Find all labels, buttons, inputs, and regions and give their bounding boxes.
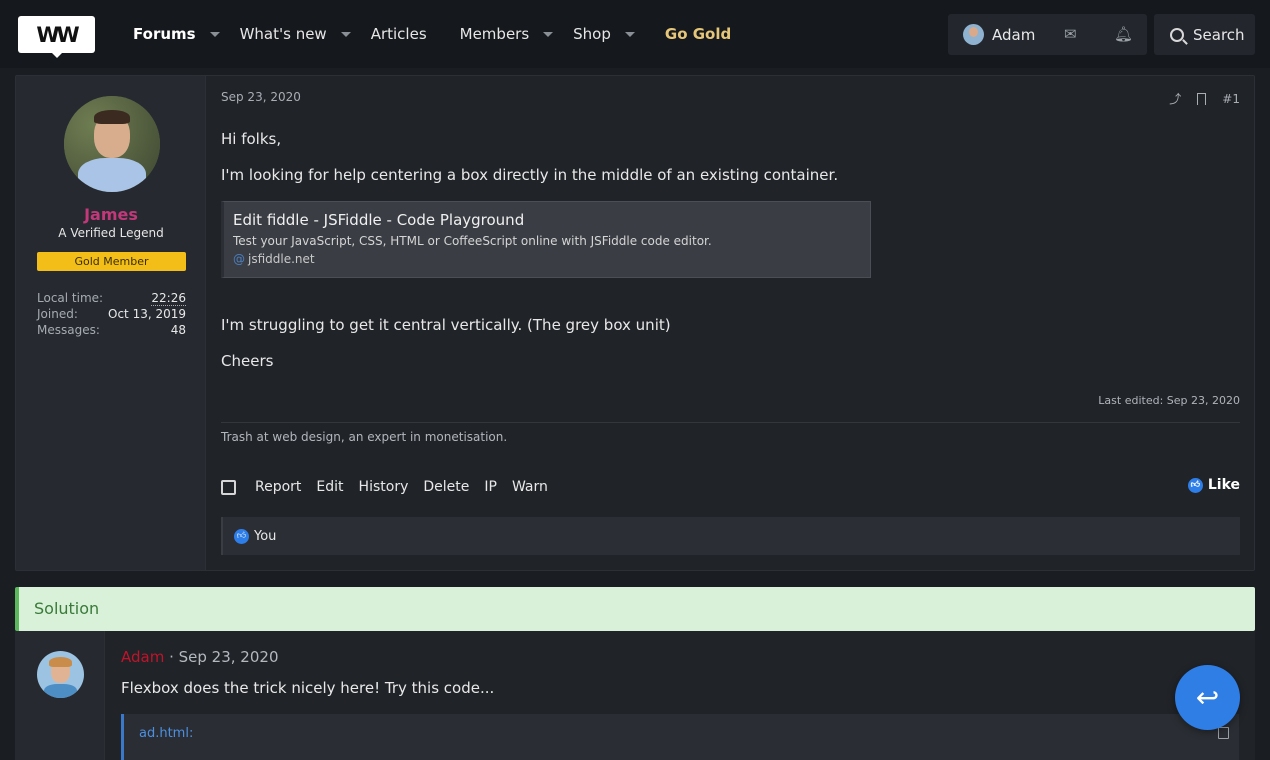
stat-label: Messages: xyxy=(37,323,100,337)
bell-icon[interactable]: 🔔︎ xyxy=(1114,25,1133,43)
nav-articles[interactable]: Articles xyxy=(371,25,427,43)
post: James A Verified Legend Gold Member Loca… xyxy=(15,75,1255,571)
username[interactable]: Adam xyxy=(992,26,1035,44)
signature: Trash at web design, an expert in moneti… xyxy=(221,430,508,444)
solution-label: Solution xyxy=(34,599,100,618)
warn-button[interactable]: Warn xyxy=(512,479,548,495)
avatar-shirt xyxy=(44,684,77,698)
author-name[interactable]: James xyxy=(16,205,206,224)
post-line: Hi folks, xyxy=(221,130,282,148)
search-button[interactable]: Search xyxy=(1154,14,1255,55)
nav-forums[interactable]: Forums xyxy=(133,25,220,43)
stat-value: 22:26 xyxy=(151,291,186,306)
chevron-down-icon[interactable] xyxy=(543,31,554,37)
logo-text: WW xyxy=(36,22,79,47)
nav-shop-label: Shop xyxy=(573,25,611,43)
embed-link[interactable]: @ jsfiddle.net xyxy=(233,252,315,266)
chevron-down-icon[interactable] xyxy=(209,31,220,37)
user-title: A Verified Legend xyxy=(58,226,164,240)
code-label: ad.html: xyxy=(139,726,194,741)
history-button[interactable]: History xyxy=(359,479,409,495)
solution-text: Flexbox does the trick nicely here! Try … xyxy=(121,679,495,697)
nav-whats-new-label: What's new xyxy=(239,25,327,43)
user-stats: Local time: 22:26 Joined: Oct 13, 2019 Mes… xyxy=(37,291,186,339)
avatar-shirt xyxy=(78,158,146,192)
ip-button[interactable]: IP xyxy=(484,479,497,495)
thumbs-up-icon: 👍︎ xyxy=(234,528,249,544)
solution-post: Adam · Sep 23, 2020 Flexbox does the tri… xyxy=(15,631,1255,760)
delete-button[interactable]: Delete xyxy=(423,479,469,495)
likes-by[interactable]: You xyxy=(254,529,276,544)
user-menu: Adam ✉ 🔔︎ xyxy=(948,14,1147,55)
avatar[interactable] xyxy=(37,651,84,698)
report-button[interactable]: Report xyxy=(255,479,301,495)
select-checkbox[interactable] xyxy=(221,479,236,495)
post-user-panel xyxy=(15,631,105,760)
stat-label: Joined: xyxy=(37,307,78,321)
reply-button[interactable]: ↩ xyxy=(1175,665,1240,730)
thumbs-up-icon: 👍︎ xyxy=(1187,477,1203,493)
stat-local-time: Local time: 22:26 xyxy=(37,291,186,307)
post-number[interactable]: #1 xyxy=(1222,92,1240,106)
stat-messages: Messages: 48 xyxy=(37,323,186,339)
like-label: Like xyxy=(1207,477,1240,493)
solution-date[interactable]: · Sep 23, 2020 xyxy=(169,648,278,666)
edit-button[interactable]: Edit xyxy=(316,479,343,495)
nav-go-gold-label: Go Gold xyxy=(664,25,732,43)
post-tools: ⤴ #1 xyxy=(1153,90,1240,107)
avatar[interactable] xyxy=(963,24,984,45)
bookmark-icon[interactable] xyxy=(1197,92,1207,105)
share-icon[interactable]: ⤴ xyxy=(1169,90,1181,107)
last-edited[interactable]: Last edited: Sep 23, 2020 xyxy=(1098,394,1240,407)
likes-summary[interactable]: 👍︎ You xyxy=(221,517,1240,555)
link-embed[interactable]: Edit fiddle - JSFiddle - Code Playground… xyxy=(221,201,871,278)
top-navbar: WW Forums What's new Articles Members Sh… xyxy=(0,0,1270,68)
stat-label: Local time: xyxy=(37,291,104,305)
solution-meta: Adam · Sep 23, 2020 xyxy=(121,648,278,666)
search-icon xyxy=(1170,27,1184,42)
reply-icon: ↩ xyxy=(1195,681,1220,714)
embed-link-text: jsfiddle.net xyxy=(248,252,315,266)
post-user-panel: James A Verified Legend Gold Member Loca… xyxy=(16,76,206,570)
chevron-down-icon[interactable] xyxy=(624,31,635,37)
main-nav: Forums What's new Articles Members Shop … xyxy=(133,0,751,68)
avatar[interactable] xyxy=(64,96,160,192)
envelope-icon[interactable]: ✉ xyxy=(1064,25,1077,43)
nav-members[interactable]: Members xyxy=(460,25,554,43)
signature-divider xyxy=(221,422,1240,423)
solution-banner: Solution xyxy=(15,587,1255,631)
user-badge: Gold Member xyxy=(37,252,186,271)
stat-value: 48 xyxy=(170,323,186,337)
like-button[interactable]: 👍︎ Like xyxy=(1187,477,1240,493)
post-line: Cheers xyxy=(221,352,274,370)
stat-value: Oct 13, 2019 xyxy=(108,307,186,321)
post-line: I'm looking for help centering a box dir… xyxy=(221,166,839,184)
logo-notch xyxy=(52,53,62,58)
nav-articles-label: Articles xyxy=(370,25,427,43)
nav-shop[interactable]: Shop xyxy=(573,25,635,43)
link-icon: @ xyxy=(233,252,245,266)
post-date[interactable]: Sep 23, 2020 xyxy=(221,90,301,104)
post-line: I'm struggling to get it central vertica… xyxy=(221,316,671,334)
nav-members-label: Members xyxy=(459,25,530,43)
nav-forums-label: Forums xyxy=(133,25,196,43)
post-actions: Report Edit History Delete IP Warn 👍︎ Li… xyxy=(221,477,1240,497)
embed-description: Test your JavaScript, CSS, HTML or Coffe… xyxy=(233,234,712,248)
avatar-hair xyxy=(94,110,130,124)
site-logo[interactable]: WW xyxy=(18,16,95,58)
embed-title[interactable]: Edit fiddle - JSFiddle - Code Playground xyxy=(233,211,524,229)
copy-icon[interactable] xyxy=(1218,727,1229,739)
code-block: ad.html: xyxy=(121,714,1239,760)
search-label: Search xyxy=(1193,25,1245,44)
avatar-hair xyxy=(49,657,72,667)
solution-author[interactable]: Adam xyxy=(121,648,164,666)
nav-whats-new[interactable]: What's new xyxy=(240,25,351,43)
stat-joined: Joined: Oct 13, 2019 xyxy=(37,307,186,323)
nav-go-gold[interactable]: Go Gold xyxy=(665,25,731,43)
chevron-down-icon[interactable] xyxy=(340,31,351,37)
post-body: Sep 23, 2020 ⤴ #1 Hi folks, I'm looking … xyxy=(221,76,1255,570)
